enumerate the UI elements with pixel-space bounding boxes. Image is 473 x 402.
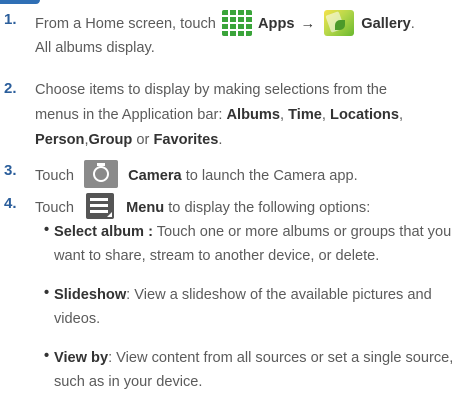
separator: , [321, 107, 326, 123]
or-text: or [136, 132, 150, 148]
bullet-icon: • [44, 222, 50, 238]
option-description: videos. [54, 311, 101, 327]
gallery-icon [324, 10, 355, 36]
person-label: Person [35, 132, 85, 148]
period: . [218, 132, 223, 148]
step-2-line-2: menus in the Application bar: Albums, Ti… [35, 105, 403, 125]
option-line-1: Select album : Touch one or more albums … [54, 222, 451, 242]
arrow-icon: → [300, 15, 316, 32]
step-text: Touch [35, 199, 74, 216]
apps-label: Apps [258, 15, 295, 32]
step-4-line-1: Touch Menu to display the following opti… [35, 193, 371, 221]
camera-icon [84, 160, 119, 188]
option-line-2: such as in your device. [54, 372, 202, 392]
menu-icon [86, 193, 115, 219]
step-number: 3. [4, 162, 17, 179]
step-text: All albums display. [35, 40, 155, 56]
option-term: View by [54, 350, 109, 366]
step-1-line-2: All albums display. [35, 38, 155, 58]
period: . [410, 15, 415, 32]
bullet-icon: • [44, 348, 50, 364]
option-description: : View content from all sources or set a… [108, 350, 454, 366]
option-description: such as in your device. [54, 374, 203, 390]
option-line-1: View by: View content from all sources o… [54, 348, 453, 368]
step-number: 2. [4, 80, 17, 97]
step-text: From a Home screen, touch [35, 15, 216, 32]
option-line-2: videos. [54, 309, 100, 329]
locations-label: Locations [330, 107, 399, 123]
option-description: Touch one or more albums or groups that … [152, 224, 452, 240]
separator: , [398, 107, 404, 123]
albums-label: Albums [226, 107, 280, 123]
step-3-line-1: Touch Camera to launch the Camera app. [35, 160, 358, 190]
step-2-line-3: Person,Group or Favorites. [35, 130, 222, 150]
option-description: want to share, stream to another device,… [54, 248, 380, 264]
option-term: Slideshow [54, 287, 127, 303]
step-text: to display the following options: [168, 199, 371, 216]
step-1-line-1: From a Home screen, touch Apps → Gallery… [35, 10, 415, 37]
time-label: Time [288, 107, 322, 123]
group-label: Group [88, 132, 133, 148]
step-text: Choose items to display by making select… [35, 82, 388, 98]
separator: , [279, 107, 285, 123]
step-text: menus in the Application bar: [35, 107, 223, 123]
step-number: 4. [4, 195, 17, 212]
step-text: Touch [35, 167, 74, 184]
step-text: to launch the Camera app. [185, 167, 358, 184]
bullet-icon: • [44, 285, 50, 301]
option-line-1: Slideshow: View a slideshow of the avail… [54, 285, 432, 305]
header-fragment [0, 0, 473, 6]
apps-grid-icon [221, 10, 252, 36]
header-bar-fragment [0, 0, 40, 4]
gallery-label: Gallery [361, 15, 411, 32]
step-2-line-1: Choose items to display by making select… [35, 80, 387, 100]
favorites-label: Favorites [153, 132, 219, 148]
menu-label: Menu [126, 199, 165, 216]
step-number: 1. [4, 11, 17, 28]
option-term: Select album : [54, 224, 153, 240]
option-line-2: want to share, stream to another device,… [54, 246, 379, 266]
camera-label: Camera [128, 167, 182, 184]
option-description: : View a slideshow of the available pict… [126, 287, 432, 303]
